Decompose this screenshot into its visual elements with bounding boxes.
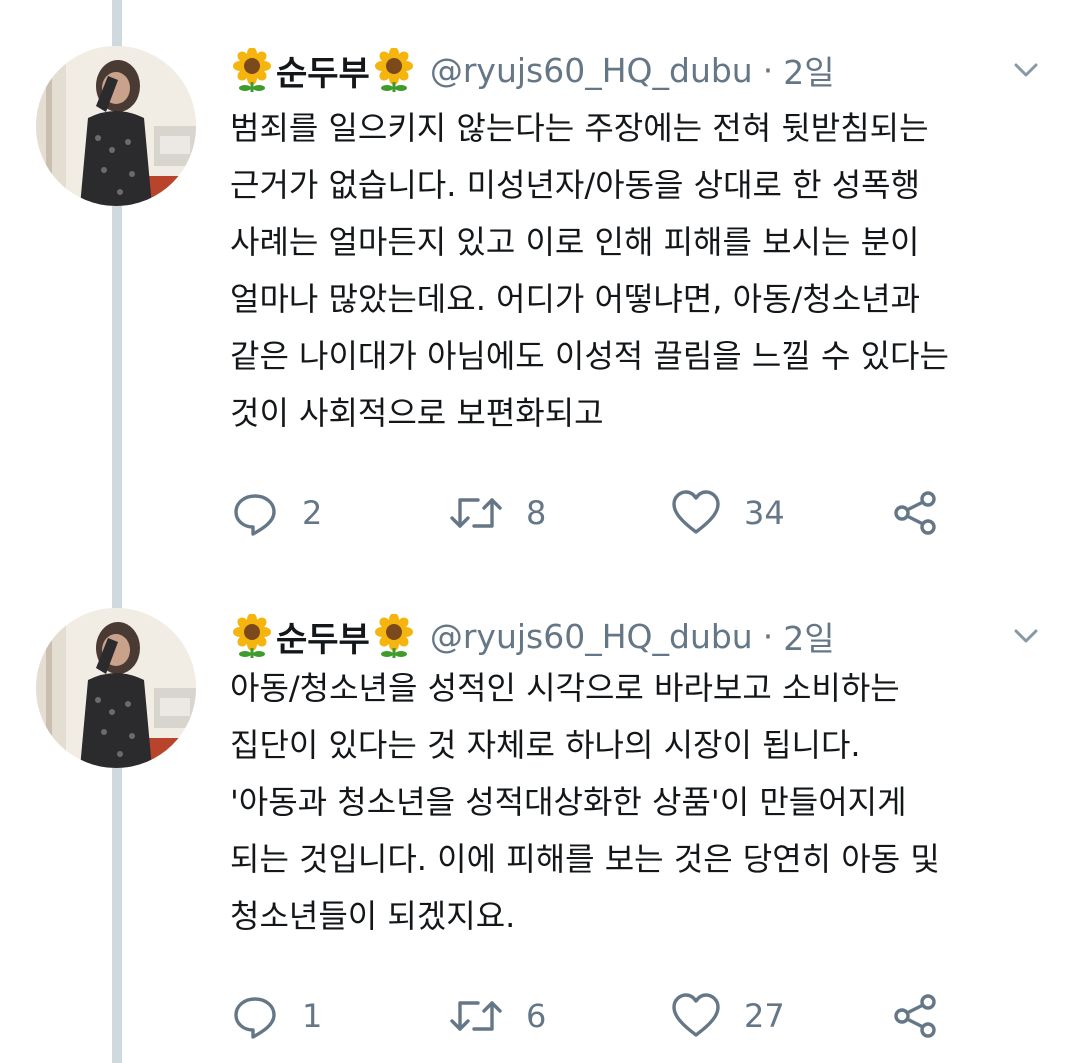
avatar[interactable] [36,46,196,206]
like-button[interactable]: 27 [670,991,785,1041]
sunflower-icon [374,48,413,92]
display-name[interactable]: 순두부 [276,46,370,95]
tweet-text: 아동/청소년을 성적인 시각으로 바라보고 소비하는 집단이 있다는 것 자체로… [230,669,940,935]
sunflower-icon [233,614,271,658]
tweet[interactable]: 순두부 @ryujs60_HQ_dubu · 2일 아동/청소년을 성적인 시각… [0,560,1080,1063]
like-icon [672,993,720,1037]
separator-dot: · [762,50,774,90]
tweet-timestamp[interactable]: 2일 [783,46,834,94]
avatar[interactable] [36,608,196,768]
like-button[interactable]: 34 [670,488,785,538]
retweet-count: 8 [526,494,547,532]
like-count: 34 [744,494,785,532]
like-count: 27 [744,997,785,1035]
retweet-button[interactable]: 8 [448,488,546,538]
display-name[interactable]: 순두부 [276,612,370,661]
retweet-icon [450,1001,502,1031]
chevron-down-icon[interactable] [1008,52,1044,88]
user-handle[interactable]: @ryujs60_HQ_dubu [430,617,753,656]
reply-button[interactable]: 2 [230,488,322,538]
retweet-icon [450,498,502,528]
tweet-actions: 2 8 34 [230,488,950,538]
chevron-down-icon[interactable] [1008,618,1044,654]
tweet-header: 순두부 @ryujs60_HQ_dubu · 2일 [230,42,1050,98]
sunflower-icon [233,48,271,92]
share-button[interactable] [890,991,940,1041]
share-icon [894,491,936,535]
reply-icon [234,494,276,536]
tweet-text: 범죄를 일으키지 않는다는 주장에는 전혀 뒷받침되는 근거가 없습니다. 미성… [230,109,949,432]
retweet-button[interactable]: 6 [448,991,546,1041]
reply-icon [234,997,276,1039]
tweet[interactable]: 순두부 @ryujs60_HQ_dubu · 2일 범죄를 일으키지 않는다는 … [0,0,1080,560]
like-icon [672,490,720,534]
reply-count: 1 [302,997,323,1035]
reply-count: 2 [302,494,323,532]
tweet-actions: 1 6 27 [230,991,950,1041]
sunflower-icon [374,614,413,658]
reply-button[interactable]: 1 [230,991,322,1041]
retweet-count: 6 [526,997,547,1035]
tweet-timestamp[interactable]: 2일 [783,612,834,660]
share-icon [894,994,936,1038]
share-button[interactable] [890,488,940,538]
user-handle[interactable]: @ryujs60_HQ_dubu [430,51,753,90]
tweet-header: 순두부 @ryujs60_HQ_dubu · 2일 [230,608,1050,664]
separator-dot: · [762,616,774,656]
